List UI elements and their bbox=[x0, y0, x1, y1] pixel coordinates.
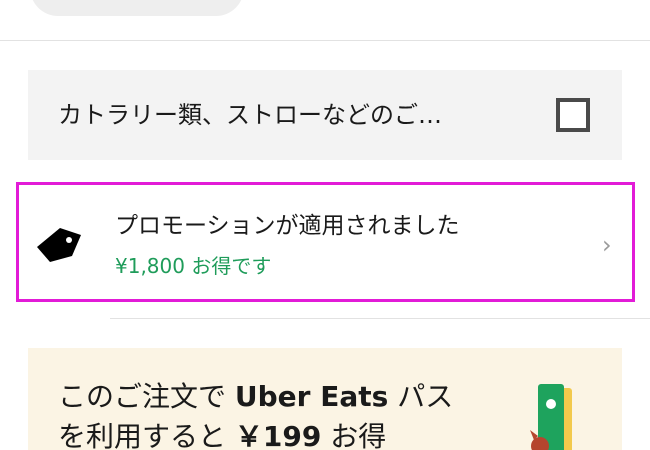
promotion-title: プロモーションが適用されました bbox=[115, 213, 460, 239]
tag-icon bbox=[37, 228, 81, 262]
promotion-row[interactable]: プロモーションが適用されました ¥1,800 お得です › bbox=[16, 182, 635, 302]
pass-line1-suffix: パス bbox=[388, 380, 454, 413]
chevron-right-icon[interactable]: › bbox=[602, 232, 612, 258]
divider bbox=[110, 318, 650, 319]
checkout-page: カトラリー類、ストローなどのご… プロモーションが適用されました ¥1,800 … bbox=[0, 0, 650, 450]
divider bbox=[0, 40, 650, 41]
pass-price: ￥199 bbox=[234, 420, 322, 450]
pass-banner-line-1: このご注文で Uber Eats パス bbox=[58, 378, 453, 416]
pass-brand: Uber Eats bbox=[234, 380, 389, 413]
pass-banner-line-2: を利用すると ￥199 お得 bbox=[58, 418, 386, 450]
pass-line2-suffix: お得 bbox=[321, 420, 387, 450]
cutlery-option-row[interactable]: カトラリー類、ストローなどのご… bbox=[28, 70, 622, 160]
pass-line2-prefix: を利用すると bbox=[58, 420, 235, 450]
top-pill-button[interactable] bbox=[30, 0, 244, 16]
promotion-savings: ¥1,800 お得です bbox=[115, 254, 272, 278]
cutlery-checkbox[interactable] bbox=[556, 98, 590, 132]
cutlery-label: カトラリー類、ストローなどのご… bbox=[58, 101, 442, 129]
uber-pass-banner[interactable]: このご注文で Uber Eats パス を利用すると ￥199 お得 bbox=[28, 348, 622, 450]
pass-ticket-icon bbox=[530, 384, 572, 450]
pass-line1-prefix: このご注文で bbox=[58, 380, 235, 413]
